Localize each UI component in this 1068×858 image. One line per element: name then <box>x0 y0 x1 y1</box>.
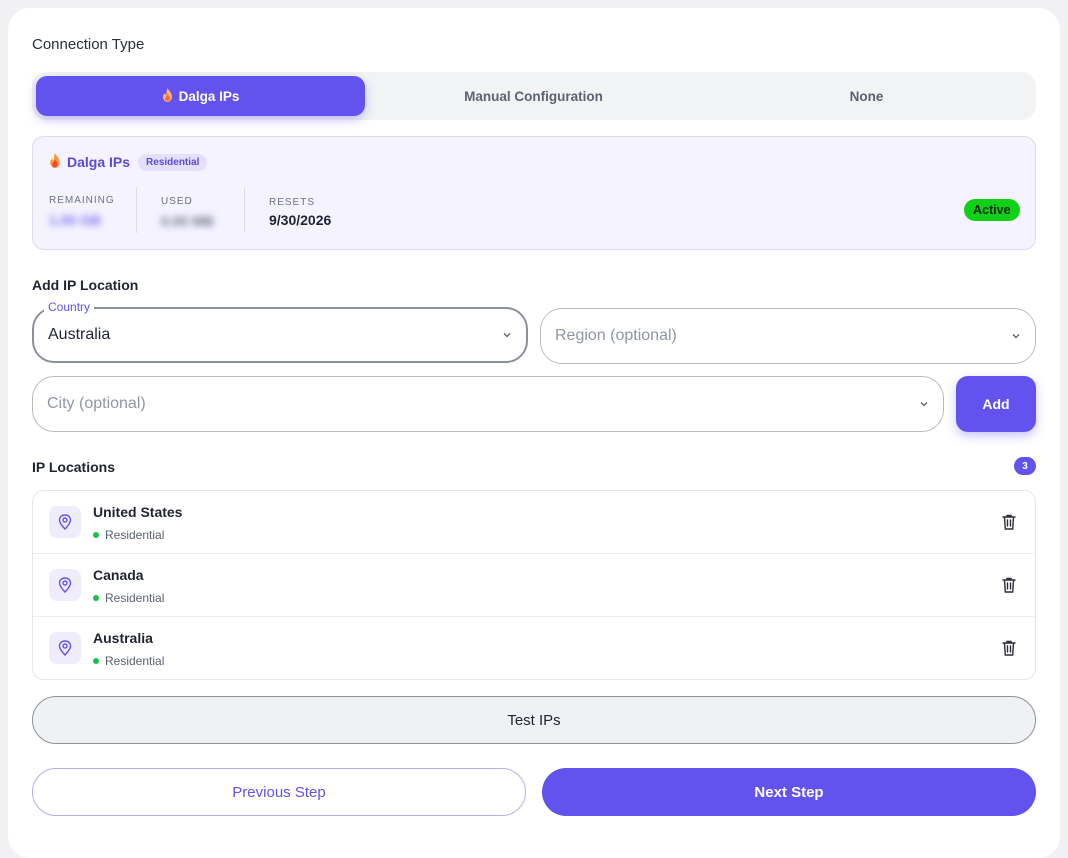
trash-icon[interactable] <box>1001 513 1017 531</box>
stat-divider <box>136 187 137 233</box>
city-placeholder: City (optional) <box>47 395 146 412</box>
flame-icon <box>49 153 61 171</box>
status-dot <box>93 595 99 601</box>
region-select[interactable]: Region (optional) <box>540 308 1036 364</box>
location-type: Residential <box>93 591 164 605</box>
add-location-button[interactable]: Add <box>956 376 1036 432</box>
status-dot <box>93 532 99 538</box>
next-step-button[interactable]: Next Step <box>542 768 1036 816</box>
status-dot <box>93 658 99 664</box>
residential-badge: Residential <box>138 153 208 171</box>
location-type: Residential <box>93 654 164 668</box>
chevron-down-icon <box>503 333 511 338</box>
provider-card: Dalga IPs Residential REMAINING 1.00 GB … <box>32 136 1036 250</box>
location-pin-icon <box>49 506 81 538</box>
location-type: Residential <box>93 528 164 542</box>
trash-icon[interactable] <box>1001 639 1017 657</box>
connection-type-tabs: Dalga IPs Manual Configuration None <box>32 72 1036 120</box>
tab-none[interactable]: None <box>702 76 1031 116</box>
list-item: Canada Residential <box>33 554 1035 617</box>
status-badge: Active <box>964 199 1020 221</box>
location-name: United States <box>93 504 183 520</box>
tab-label: Dalga IPs <box>178 88 240 104</box>
used-label: USED <box>161 196 193 207</box>
test-ips-button[interactable]: Test IPs <box>32 696 1036 744</box>
city-select[interactable]: City (optional) <box>32 376 944 432</box>
used-stat: USED 0.00 MB <box>161 196 214 229</box>
provider-name: Dalga IPs <box>67 154 131 170</box>
add-location-title: Add IP Location <box>32 277 139 293</box>
country-select[interactable]: Country Australia <box>32 300 528 363</box>
remaining-value: 1.00 GB <box>49 212 102 228</box>
used-value: 0.00 MB <box>161 213 214 229</box>
location-name: Canada <box>93 567 144 583</box>
location-type-label: Residential <box>105 654 165 668</box>
location-type-label: Residential <box>105 528 165 542</box>
list-item: Australia Residential <box>33 617 1035 679</box>
location-pin-icon <box>49 632 81 664</box>
resets-label: RESETS <box>269 197 316 208</box>
trash-icon[interactable] <box>1001 576 1017 594</box>
tab-label: Manual Configuration <box>464 88 603 104</box>
ip-locations-list: United States Residential Canada Residen… <box>32 490 1036 680</box>
location-name: Australia <box>93 630 153 646</box>
location-type-label: Residential <box>105 591 165 605</box>
stat-divider <box>244 187 245 233</box>
country-value: Australia <box>48 326 111 343</box>
ip-locations-title: IP Locations <box>32 459 115 475</box>
list-item: United States Residential <box>33 491 1035 554</box>
provider-header: Dalga IPs Residential <box>49 153 208 171</box>
location-count-badge: 3 <box>1014 457 1036 475</box>
resets-stat: RESETS 9/30/2026 <box>269 197 331 228</box>
tab-label: None <box>849 88 884 104</box>
chevron-down-icon <box>1012 334 1020 339</box>
remaining-label: REMAINING <box>49 195 115 206</box>
remaining-stat: REMAINING 1.00 GB <box>49 195 115 228</box>
tab-dalga-ips[interactable]: Dalga IPs <box>36 76 365 116</box>
tab-manual-configuration[interactable]: Manual Configuration <box>369 76 698 116</box>
region-placeholder: Region (optional) <box>555 327 677 344</box>
country-label: Country <box>44 300 95 314</box>
connection-card: Connection Type Dalga IPs Manual Configu… <box>8 8 1060 858</box>
chevron-down-icon <box>920 402 928 407</box>
connection-type-title: Connection Type <box>32 36 145 53</box>
resets-value: 9/30/2026 <box>269 212 332 228</box>
previous-step-button[interactable]: Previous Step <box>32 768 526 816</box>
location-pin-icon <box>49 569 81 601</box>
flame-icon <box>162 87 173 105</box>
